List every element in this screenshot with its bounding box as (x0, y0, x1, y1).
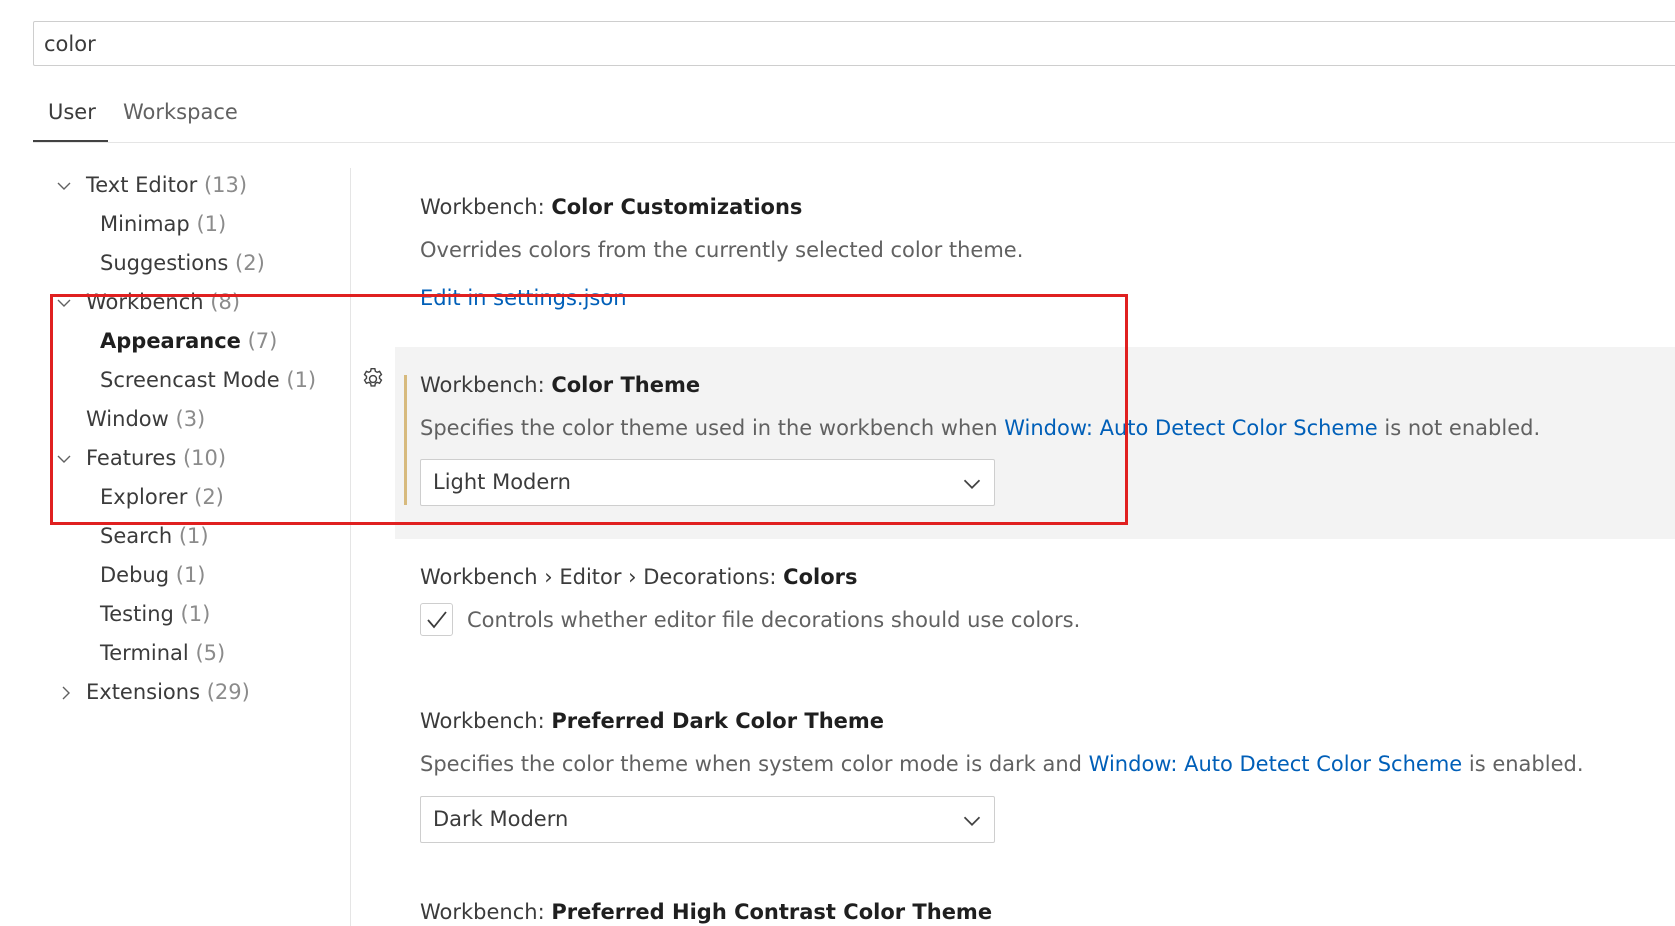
setting-title-preferred-dark: Workbench: Preferred Dark Color Theme (420, 709, 885, 733)
preferred-dark-theme-select[interactable]: Dark Modern (420, 796, 995, 843)
chevron-right-icon[interactable] (58, 685, 74, 701)
toc-item-appearance[interactable]: Appearance (7) (100, 329, 277, 353)
toc-item-search[interactable]: Search (1) (100, 524, 209, 548)
setting-description: Specifies the color theme used in the wo… (420, 416, 1541, 440)
toc-item-extensions[interactable]: Extensions (29) (86, 680, 250, 704)
setting-description: Specifies the color theme when system co… (420, 752, 1584, 776)
toc-divider (350, 168, 351, 926)
toc-item-window[interactable]: Window (3) (86, 407, 205, 431)
search-input[interactable] (34, 22, 1675, 65)
chevron-down-icon[interactable] (56, 295, 72, 311)
toc-item-terminal[interactable]: Terminal (5) (100, 641, 225, 665)
chevron-down-icon (963, 479, 981, 489)
toc-item-suggestions[interactable]: Suggestions (2) (100, 251, 265, 275)
setting-description: Controls whether editor file decorations… (467, 608, 1081, 632)
toc-item-text-editor[interactable]: Text Editor (13) (86, 173, 247, 197)
toc-item-workbench[interactable]: Workbench (8) (86, 290, 240, 314)
tabs-divider (33, 142, 1675, 143)
tab-user[interactable]: User (48, 100, 96, 124)
toc-item-explorer[interactable]: Explorer (2) (100, 485, 224, 509)
decorations-colors-checkbox[interactable] (420, 603, 453, 636)
toc-item-minimap[interactable]: Minimap (1) (100, 212, 226, 236)
focus-indicator (404, 375, 407, 505)
setting-title-preferred-high-contrast: Workbench: Preferred High Contrast Color… (420, 900, 993, 924)
check-icon (427, 611, 447, 629)
search-box[interactable] (33, 21, 1675, 66)
color-theme-select[interactable]: Light Modern (420, 459, 995, 506)
setting-title-color-customizations: Workbench: Color Customizations (420, 195, 803, 219)
toc-item-testing[interactable]: Testing (1) (100, 602, 210, 626)
chevron-down-icon (963, 816, 981, 826)
toc-item-debug[interactable]: Debug (1) (100, 563, 206, 587)
chevron-down-icon[interactable] (56, 178, 72, 194)
toc-item-features[interactable]: Features (10) (86, 446, 226, 470)
setting-title-decorations-colors: Workbench › Editor › Decorations: Colors (420, 565, 858, 589)
gear-icon[interactable] (360, 366, 386, 392)
setting-description: Overrides colors from the currently sele… (420, 238, 1024, 262)
auto-detect-color-scheme-link[interactable]: Window: Auto Detect Color Scheme (1004, 416, 1378, 440)
auto-detect-color-scheme-link[interactable]: Window: Auto Detect Color Scheme (1089, 752, 1463, 776)
toc-item-screencast-mode[interactable]: Screencast Mode (1) (100, 368, 316, 392)
chevron-down-icon[interactable] (56, 451, 72, 467)
edit-in-settings-json-link[interactable]: Edit in settings.json (420, 286, 627, 310)
setting-title-color-theme: Workbench: Color Theme (420, 373, 701, 397)
select-value: Light Modern (433, 470, 571, 494)
select-value: Dark Modern (433, 807, 569, 831)
tab-workspace[interactable]: Workspace (123, 100, 238, 124)
